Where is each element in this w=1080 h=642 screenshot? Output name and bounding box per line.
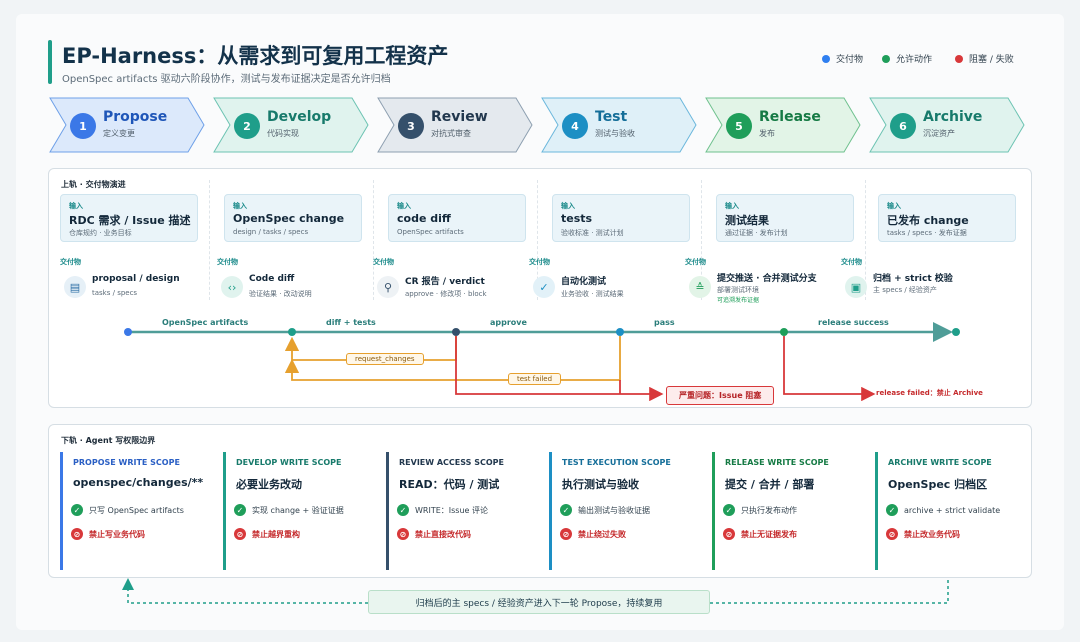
release-failed-tag: release failed：禁止 Archive (876, 389, 983, 397)
flow-node (452, 328, 460, 336)
scope-forbidden-text: 禁止绕过失败 (578, 529, 626, 539)
scope-allowed-row: ✓ 实现 change + 验证证据 (234, 504, 344, 516)
flow-label: approve (490, 318, 527, 327)
scope-heading: RELEASE WRITE SCOPE (725, 458, 829, 467)
check-circle-icon: ✓ (723, 504, 735, 516)
scope-allowed-text: WRITE：Issue 评论 (415, 505, 488, 515)
flow-node (616, 328, 624, 336)
flow-node (124, 328, 132, 336)
scope-forbidden-text: 禁止直接改代码 (415, 529, 471, 539)
scope-forbidden-row: ⊘ 禁止改业务代码 (886, 528, 960, 540)
forbidden-icon: ⊘ (886, 528, 898, 540)
scope-card-develop: DEVELOP WRITE SCOPE 必要业务改动 ✓ 实现 change + … (223, 452, 369, 570)
scope-allowed-text: 实现 change + 验证证据 (252, 505, 344, 515)
request-changes-tag: request_changes (346, 353, 424, 365)
test-failed-tag: test failed (508, 373, 562, 385)
scope-forbidden-text: 禁止无证据发布 (741, 529, 797, 539)
scope-forbidden-text: 禁止越界重构 (252, 529, 300, 539)
forbidden-icon: ⊘ (397, 528, 409, 540)
reuse-loop-line-left (122, 578, 368, 604)
flow-node (952, 328, 960, 336)
scope-main: 必要业务改动 (236, 478, 302, 491)
scope-heading: PROPOSE WRITE SCOPE (73, 458, 180, 467)
scope-forbidden-text: 禁止改业务代码 (904, 529, 960, 539)
scope-heading: REVIEW ACCESS SCOPE (399, 458, 504, 467)
scope-heading: ARCHIVE WRITE SCOPE (888, 458, 992, 467)
scope-allowed-text: 只执行发布动作 (741, 505, 797, 515)
scope-main: OpenSpec 归档区 (888, 478, 988, 491)
scope-card-test: TEST EXECUTION SCOPE 执行测试与验收 ✓ 输出测试与验收证据 … (549, 452, 695, 570)
severe-issue-tag: 严重问题：Issue 阻塞 (666, 386, 775, 405)
check-circle-icon: ✓ (560, 504, 572, 516)
scope-allowed-text: archive + strict validate (904, 505, 1001, 515)
flow-label: release success (818, 318, 889, 327)
forbidden-icon: ⊘ (234, 528, 246, 540)
scope-main: READ：代码 / 测试 (399, 478, 500, 491)
scope-forbidden-row: ⊘ 禁止绕过失败 (560, 528, 626, 540)
check-circle-icon: ✓ (234, 504, 246, 516)
scope-allowed-row: ✓ 输出测试与验收证据 (560, 504, 650, 516)
scope-forbidden-text: 禁止写业务代码 (89, 529, 145, 539)
check-circle-icon: ✓ (71, 504, 83, 516)
forbidden-icon: ⊘ (71, 528, 83, 540)
scope-allowed-row: ✓ 只写 OpenSpec artifacts (71, 504, 184, 516)
scope-heading: TEST EXECUTION SCOPE (562, 458, 671, 467)
scope-allowed-row: ✓ WRITE：Issue 评论 (397, 504, 488, 516)
flow-node (288, 328, 296, 336)
forbidden-icon: ⊘ (560, 528, 572, 540)
check-circle-icon: ✓ (397, 504, 409, 516)
flow-label: pass (654, 318, 675, 327)
flow-node (780, 328, 788, 336)
reuse-loop-note: 归档后的主 specs / 经验资产进入下一轮 Propose，持续复用 (368, 590, 710, 614)
scope-forbidden-row: ⊘ 禁止直接改代码 (397, 528, 471, 540)
scope-main: 执行测试与验收 (562, 478, 639, 491)
scope-main: openspec/changes/** (73, 476, 204, 489)
scope-card-propose: PROPOSE WRITE SCOPE openspec/changes/** … (60, 452, 206, 570)
scope-card-archive: ARCHIVE WRITE SCOPE OpenSpec 归档区 ✓ archiv… (875, 452, 1021, 570)
flow-label: diff + tests (326, 318, 376, 327)
scope-allowed-row: ✓ archive + strict validate (886, 504, 1000, 516)
scope-forbidden-row: ⊘ 禁止写业务代码 (71, 528, 145, 540)
check-circle-icon: ✓ (886, 504, 898, 516)
scope-heading: DEVELOP WRITE SCOPE (236, 458, 342, 467)
scope-card-review: REVIEW ACCESS SCOPE READ：代码 / 测试 ✓ WRITE：… (386, 452, 532, 570)
reuse-loop-line (710, 580, 949, 604)
scope-allowed-row: ✓ 只执行发布动作 (723, 504, 797, 516)
scope-allowed-text: 只写 OpenSpec artifacts (89, 505, 184, 515)
scope-main: 提交 / 合并 / 部署 (725, 478, 815, 491)
lower-track-title: 下轨 · Agent 写权限边界 (61, 436, 156, 445)
flow-label: OpenSpec artifacts (162, 318, 249, 327)
release-failed-line (783, 336, 876, 402)
scope-allowed-text: 输出测试与验收证据 (578, 505, 650, 515)
severe-issue-line (455, 336, 664, 402)
scope-card-release: RELEASE WRITE SCOPE 提交 / 合并 / 部署 ✓ 只执行发布动… (712, 452, 858, 570)
scope-forbidden-row: ⊘ 禁止越界重构 (234, 528, 300, 540)
forbidden-icon: ⊘ (723, 528, 735, 540)
scope-forbidden-row: ⊘ 禁止无证据发布 (723, 528, 797, 540)
